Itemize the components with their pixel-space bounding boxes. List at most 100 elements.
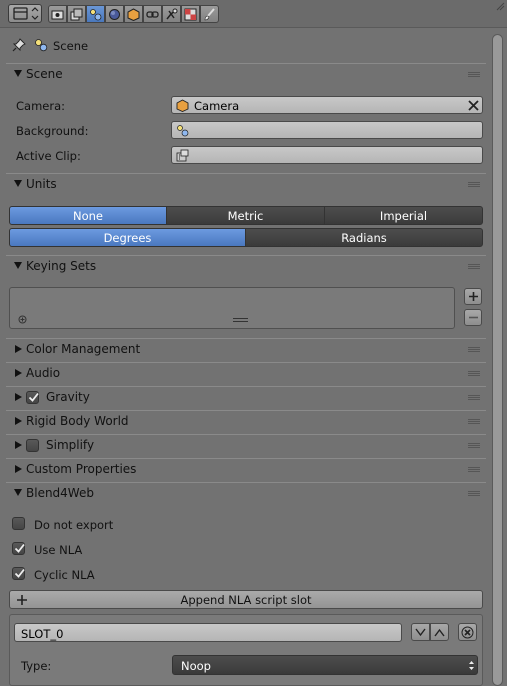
- collapse-triangle-icon: [15, 369, 22, 377]
- collapse-triangle-icon: [15, 345, 22, 353]
- keying-sets-panel-header[interactable]: Keying Sets: [6, 255, 486, 277]
- slot-name-field[interactable]: SLOT_0: [14, 623, 402, 642]
- expand-triangle-icon: [14, 70, 22, 77]
- add-keying-set-button[interactable]: [464, 288, 482, 305]
- breadcrumb-scene-label: Scene: [53, 39, 89, 53]
- custom-properties-panel-header[interactable]: Custom Properties: [6, 458, 486, 480]
- audio-panel-title: Audio: [26, 366, 61, 380]
- move-slot-down-button[interactable]: [411, 623, 430, 641]
- brush-tab[interactable]: [200, 5, 219, 23]
- dropdown-arrows-icon: [469, 661, 474, 670]
- rotation-units-radians[interactable]: Radians: [245, 228, 483, 247]
- plus-icon: [468, 292, 478, 301]
- vertical-scrollbar[interactable]: [492, 34, 503, 686]
- breadcrumb: Scene: [0, 30, 490, 60]
- expand-triangle-icon: [14, 262, 22, 269]
- cyclic-nla-checkbox[interactable]: [12, 567, 25, 580]
- scene-icon: [35, 39, 48, 52]
- unit-system-none[interactable]: None: [9, 206, 167, 225]
- drag-grip-icon[interactable]: [468, 371, 480, 377]
- brush-icon: [204, 7, 215, 20]
- drag-grip-icon[interactable]: [468, 443, 480, 449]
- render-icon: [51, 10, 64, 19]
- collapse-triangle-icon: [15, 393, 22, 401]
- type-dropdown-value: Noop: [181, 659, 211, 673]
- list-filter-icon[interactable]: [18, 315, 27, 324]
- scene-icon: [177, 125, 189, 137]
- rotation-units-degrees[interactable]: Degrees: [9, 228, 246, 247]
- cyclic-nla-label[interactable]: Cyclic NLA: [34, 568, 95, 582]
- expand-triangle-icon: [14, 489, 22, 496]
- gravity-panel-header[interactable]: Gravity: [6, 386, 486, 408]
- drag-grip-icon[interactable]: [468, 347, 480, 353]
- camera-label: Camera:: [16, 99, 66, 113]
- editor-type-button[interactable]: [8, 4, 42, 23]
- simplify-checkbox[interactable]: [26, 439, 39, 452]
- unit-system-imperial[interactable]: Imperial: [324, 206, 483, 225]
- drag-grip-icon[interactable]: [468, 72, 480, 78]
- scene-panel-title: Scene: [26, 67, 63, 81]
- gravity-panel-title: Gravity: [46, 390, 90, 404]
- drag-grip-icon[interactable]: [468, 182, 480, 188]
- rigid-body-world-panel-header[interactable]: Rigid Body World: [6, 410, 486, 432]
- pin-icon[interactable]: [12, 38, 26, 52]
- simplify-panel-header[interactable]: Simplify: [6, 434, 486, 456]
- active-clip-field[interactable]: [171, 146, 483, 164]
- world-tab[interactable]: [105, 5, 124, 23]
- collapse-triangle-icon: [15, 441, 22, 449]
- modifiers-tab[interactable]: [162, 5, 181, 23]
- remove-keying-set-button[interactable]: [464, 309, 482, 326]
- checkmark-icon: [14, 543, 25, 553]
- background-field[interactable]: [171, 121, 483, 139]
- render-layers-tab[interactable]: [67, 5, 86, 23]
- simplify-panel-title: Simplify: [46, 438, 95, 452]
- camera-value: Camera: [194, 99, 240, 113]
- drag-grip-icon[interactable]: [468, 264, 480, 270]
- checkmark-icon: [28, 392, 39, 402]
- triangle-down-icon: [415, 628, 426, 636]
- units-panel-header[interactable]: Units: [6, 173, 486, 195]
- modifiers-icon: [166, 8, 178, 19]
- drag-grip-icon[interactable]: [468, 395, 480, 401]
- drag-grip-icon[interactable]: [468, 467, 480, 473]
- world-icon: [109, 8, 120, 20]
- properties-header: [0, 0, 507, 28]
- use-nla-checkbox[interactable]: [12, 542, 25, 555]
- constraints-tab[interactable]: [143, 5, 162, 23]
- custom-properties-panel-title: Custom Properties: [26, 462, 137, 476]
- do-not-export-label[interactable]: Do not export: [34, 518, 113, 532]
- triangle-up-icon: [434, 628, 445, 636]
- list-resize-grip-icon[interactable]: [233, 318, 248, 322]
- camera-object-icon: [176, 99, 189, 112]
- color-management-panel-title: Color Management: [26, 342, 141, 356]
- keying-sets-list[interactable]: [9, 287, 455, 329]
- move-slot-up-button[interactable]: [430, 623, 449, 641]
- blend4web-panel-title: Blend4Web: [26, 486, 94, 500]
- audio-panel-header[interactable]: Audio: [6, 362, 486, 384]
- unit-system-metric[interactable]: Metric: [166, 206, 325, 225]
- remove-slot-button[interactable]: [458, 623, 477, 641]
- rigid-body-world-panel-title: Rigid Body World: [26, 414, 129, 428]
- do-not-export-checkbox[interactable]: [12, 517, 25, 530]
- texture-tab[interactable]: [181, 5, 200, 23]
- use-nla-label[interactable]: Use NLA: [34, 543, 82, 557]
- units-panel-title: Units: [26, 177, 57, 191]
- plus-icon: [17, 595, 27, 605]
- gravity-checkbox[interactable]: [26, 391, 39, 404]
- scene-tab[interactable]: [86, 5, 105, 23]
- clear-icon[interactable]: [467, 99, 480, 112]
- drag-grip-icon[interactable]: [468, 491, 480, 497]
- color-management-panel-header[interactable]: Color Management: [6, 338, 486, 360]
- object-tab[interactable]: [124, 5, 143, 23]
- render-tab[interactable]: [48, 5, 67, 23]
- minus-icon: [468, 316, 478, 319]
- camera-field[interactable]: Camera: [171, 96, 483, 114]
- texture-icon: [184, 8, 197, 20]
- drag-grip-icon[interactable]: [468, 419, 480, 425]
- blend4web-panel-header[interactable]: Blend4Web: [6, 482, 486, 504]
- scene-panel-header[interactable]: Scene: [6, 63, 486, 85]
- type-dropdown[interactable]: Noop: [172, 655, 478, 675]
- constraints-icon: [146, 10, 159, 18]
- corner-handle-icon[interactable]: [496, 2, 505, 11]
- append-nla-script-slot-button[interactable]: Append NLA script slot: [9, 590, 483, 609]
